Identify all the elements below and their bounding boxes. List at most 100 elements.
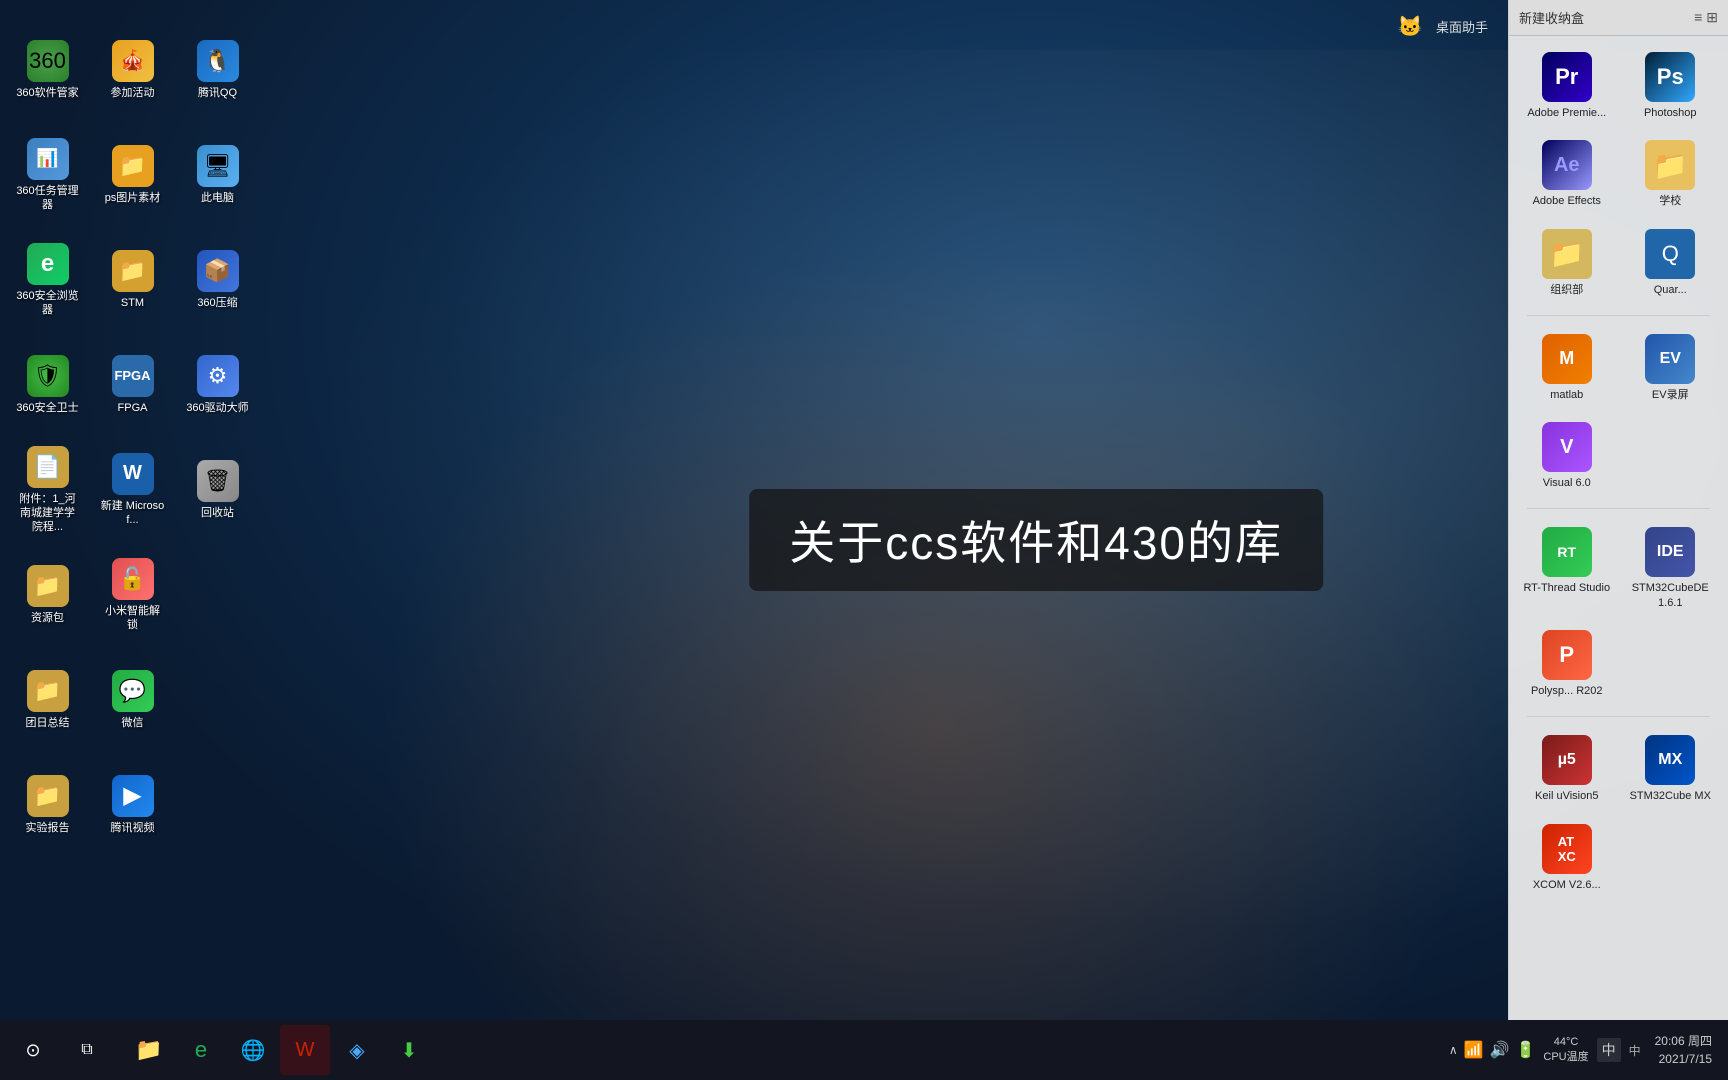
- desktop-icon-activity[interactable]: 🎪 参加活动: [95, 20, 170, 120]
- desktop-icon-label: 资源包: [31, 611, 64, 625]
- ev-icon: EV: [1645, 334, 1695, 384]
- desktop-icon-label: 实验报告: [26, 821, 70, 835]
- stm-icon: 📁: [112, 250, 154, 292]
- taskbar-file-explorer[interactable]: 📁: [124, 1025, 174, 1075]
- panel-icon-label: 组织部: [1550, 283, 1583, 297]
- clock-display[interactable]: 20:06 周四 2021/7/15: [1649, 1032, 1718, 1068]
- desktop-icons-area: 360 360软件管家 🎪 参加活动 🐧 腾讯QQ 📊 360任务管理器 📁 p…: [0, 0, 280, 1020]
- panel-divider3: [1527, 716, 1710, 717]
- desktop-icon-recycle[interactable]: 🗑 回收站: [180, 440, 255, 540]
- desktop-icon-experiment[interactable]: 📁 实验报告: [10, 755, 85, 855]
- desktop-icon-label: 回收站: [201, 506, 234, 520]
- desktop-icon-teamsummary[interactable]: 📁 团日总结: [10, 650, 85, 750]
- desktop-icon-label: 团日总结: [26, 716, 70, 730]
- panel-icon-ev[interactable]: EV EV录屏: [1623, 328, 1719, 408]
- desktop-icon-label: 360压缩: [197, 296, 237, 310]
- desktop-icon-newword[interactable]: W 新建 Microsof...: [95, 440, 170, 540]
- taskbar-edge[interactable]: 🌐: [228, 1025, 278, 1075]
- stm-ide-icon: IDE: [1645, 527, 1695, 577]
- panel-icon-label: Adobe Premie...: [1527, 106, 1606, 120]
- desktop-icon-psfolder[interactable]: 📁 ps图片素材: [95, 125, 170, 225]
- desktop-icon-stm[interactable]: 📁 STM: [95, 230, 170, 330]
- panel-icon-label: STM32Cube MX: [1630, 789, 1711, 803]
- wechat-icon: 💬: [112, 670, 154, 712]
- tencentvideo-icon: ▶: [112, 775, 154, 817]
- tray-arrow-icon[interactable]: ∧: [1449, 1043, 1458, 1057]
- photoshop-icon: Ps: [1645, 52, 1695, 102]
- desktop-icon-label: 新建 Microsof...: [100, 499, 165, 528]
- ae-icon: Ae: [1542, 140, 1592, 190]
- desktop-icon-taskmanager[interactable]: 📊 360任务管理器: [10, 125, 85, 225]
- visual-icon: V: [1542, 422, 1592, 472]
- panel-icon-polyspace[interactable]: P Polysp... R202: [1519, 624, 1615, 704]
- panel-icon-photoshop[interactable]: Ps Photoshop: [1623, 46, 1719, 126]
- school-folder-icon: 📁: [1645, 140, 1695, 190]
- panel-icon-label: Photoshop: [1644, 106, 1697, 120]
- desktop-icon-label: 360驱动大师: [186, 401, 248, 415]
- keil-icon: µ5: [1542, 735, 1592, 785]
- assistant-cat-icon: 🐱: [1392, 8, 1428, 44]
- tray-volume-icon[interactable]: 🔊: [1490, 1040, 1510, 1060]
- polyspace-icon: P: [1542, 630, 1592, 680]
- panel-icon-label: RT-Thread Studio: [1523, 581, 1610, 595]
- desktop-icon-resource[interactable]: 📁 资源包: [10, 545, 85, 645]
- taskbar-wps[interactable]: W: [280, 1025, 330, 1075]
- desktop-icon-tencentvideo[interactable]: ▶ 腾讯视频: [95, 755, 170, 855]
- panel-icon-xcom[interactable]: ATXC XCOM V2.6...: [1519, 818, 1615, 898]
- panel-icon-keil[interactable]: µ5 Keil uVision5: [1519, 729, 1615, 809]
- ime-indicator[interactable]: 中: [1597, 1038, 1621, 1062]
- desktop-icon-label: STM: [121, 296, 144, 310]
- panel-icon-label: 学校: [1659, 194, 1681, 208]
- system-tray: ∧ 📶 🔊 🔋: [1449, 1040, 1536, 1060]
- desktop-icon-label: 腾讯QQ: [198, 86, 237, 100]
- taskbar-app-extra1[interactable]: ◈: [332, 1025, 382, 1075]
- panel-list-view-icon[interactable]: ≡: [1694, 9, 1702, 26]
- desktop-icon-360manager[interactable]: 360 360软件管家: [10, 20, 85, 120]
- panel-icon-school[interactable]: 📁 学校: [1623, 134, 1719, 214]
- panel-icon-stm-mx[interactable]: MX STM32Cube MX: [1623, 729, 1719, 809]
- right-panel-title: 新建收纳盒: [1519, 8, 1584, 27]
- task-view-button[interactable]: ⧉: [62, 1025, 112, 1075]
- resource-icon: 📁: [27, 565, 69, 607]
- panel-icon-visual[interactable]: V Visual 6.0: [1519, 416, 1615, 496]
- desktop-icon-label: 360安全卫士: [16, 401, 78, 415]
- taskmanager-icon: 📊: [27, 138, 69, 180]
- desktop-icon-wechat[interactable]: 💬 微信: [95, 650, 170, 750]
- 360browser-icon: e: [27, 243, 69, 285]
- taskbar-app-extra2[interactable]: ⬇: [384, 1025, 434, 1075]
- panel-icon-premiere[interactable]: Pr Adobe Premie...: [1519, 46, 1615, 126]
- taskbar-ie-browser[interactable]: e: [176, 1025, 226, 1075]
- desktop-assistant[interactable]: 🐱 桌面助手: [1392, 8, 1488, 44]
- desktop-icon-360compress[interactable]: 📦 360压缩: [180, 230, 255, 330]
- panel-grid-view-icon[interactable]: ⊞: [1706, 9, 1718, 26]
- tray-battery-icon[interactable]: 🔋: [1515, 1040, 1535, 1060]
- tray-network-icon[interactable]: 📶: [1464, 1040, 1484, 1060]
- cpu-temp-label: CPU温度: [1543, 1050, 1588, 1065]
- right-panel-header: 新建收纳盒 ≡ ⊞: [1509, 0, 1728, 36]
- center-text-overlay: 关于ccs软件和430的库: [749, 489, 1323, 591]
- panel-icon-stm-ide[interactable]: IDE STM32CubeDE 1.6.1: [1623, 521, 1719, 616]
- panel-icon-org[interactable]: 📁 组织部: [1519, 223, 1615, 303]
- taskbar-right: ∧ 📶 🔊 🔋 44°C CPU温度 中 中 20:06 周四 2021/7/1…: [1439, 1032, 1728, 1068]
- desktop-icon-360guard[interactable]: 🛡 360安全卫士: [10, 335, 85, 435]
- panel-icon-label: matlab: [1550, 388, 1583, 402]
- desktop-icon-fpga[interactable]: FPGA FPGA: [95, 335, 170, 435]
- desktop-icon-attachment[interactable]: 📄 附件：1_河南城建学学院程...: [10, 440, 85, 540]
- xcom-icon: ATXC: [1542, 824, 1592, 874]
- ime-layout-indicator: 中: [1629, 1042, 1641, 1059]
- desktop-icon-360driver[interactable]: ⚙ 360驱动大师: [180, 335, 255, 435]
- org-folder-icon: 📁: [1542, 229, 1592, 279]
- panel-icon-matlab[interactable]: M matlab: [1519, 328, 1615, 408]
- desktop-icon-xiaomi[interactable]: 🔓 小米智能解锁: [95, 545, 170, 645]
- desktop-icon-computer[interactable]: 🖥 此电脑: [180, 125, 255, 225]
- desktop-icon-360browser[interactable]: e 360安全浏览器: [10, 230, 85, 330]
- panel-icon-quar[interactable]: Q Quar...: [1623, 223, 1719, 303]
- attachment-icon: 📄: [27, 446, 69, 488]
- desktop-icon-label: 附件：1_河南城建学学院程...: [15, 492, 80, 535]
- desktop-icon-label: FPGA: [118, 401, 148, 415]
- start-button[interactable]: ⊙: [8, 1025, 58, 1075]
- panel-icon-ae[interactable]: Ae Adobe Effects: [1519, 134, 1615, 214]
- assistant-label: 桌面助手: [1436, 17, 1488, 36]
- desktop-icon-qq[interactable]: 🐧 腾讯QQ: [180, 20, 255, 120]
- panel-icon-rt[interactable]: RT RT-Thread Studio: [1519, 521, 1615, 616]
